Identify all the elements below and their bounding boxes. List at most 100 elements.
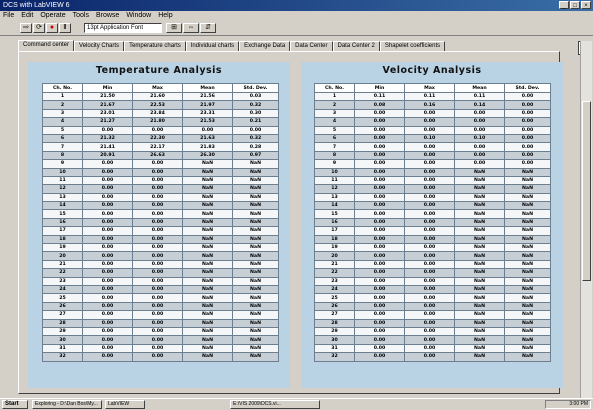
tab-command-center[interactable]: Command center [18, 40, 75, 51]
table-cell: 0.00 [404, 117, 455, 127]
table-cell: 0.00 [404, 226, 455, 236]
tab-temperature-charts[interactable]: Temperature charts [124, 41, 186, 51]
table-cell: 0.00 [404, 318, 455, 328]
menu-browse[interactable]: Browse [96, 11, 119, 21]
table-row: 9 0.00 0.00 0.00 0.00 [314, 159, 551, 169]
start-button[interactable]: Start [2, 400, 28, 409]
table-cell: 14 [314, 201, 355, 211]
table-cell: 0.00 [232, 125, 279, 135]
table-cell: 0.00 [82, 217, 133, 228]
run-arrow-icon[interactable]: ⇨ [20, 23, 32, 33]
scrollbar-thumb[interactable] [582, 101, 591, 281]
table-cell: 0.00 [404, 167, 455, 177]
table-cell: 21.27 [82, 117, 133, 127]
tab-data-center[interactable]: Data Center [290, 41, 333, 51]
distribute-icon[interactable]: ⇔ [183, 23, 199, 33]
table-cell: NaN [454, 318, 505, 328]
table-cell: 19 [314, 243, 355, 253]
table-cell: 2 [314, 100, 355, 110]
table-cell: 0.00 [82, 226, 133, 236]
table-cell: 0.00 [132, 201, 183, 211]
table-cell: NaN [232, 201, 279, 211]
table-cell: NaN [182, 343, 233, 354]
table-cell: NaN [504, 217, 551, 228]
table-cell: 22.53 [132, 100, 183, 110]
temperature-header-4: Std. Dev. [232, 83, 279, 93]
temperature-header-3: Mean [182, 83, 233, 93]
table-cell: NaN [504, 175, 551, 186]
table-row: 8 0.00 0.00 0.00 0.00 [314, 150, 551, 161]
taskbar-item-vi[interactable]: E:\VIS 2009\DCS.vi... [230, 400, 320, 409]
menu-operate[interactable]: Operate [40, 11, 65, 21]
table-cell: 26.63 [132, 150, 183, 161]
table-row: 30 0.00 0.00 NaN NaN [42, 335, 279, 345]
menu-edit[interactable]: Edit [21, 11, 33, 21]
table-cell: 27 [42, 310, 83, 320]
table-row: 24 0.00 0.00 NaN NaN [314, 284, 551, 295]
table-cell: NaN [504, 234, 551, 245]
table-cell: NaN [182, 192, 233, 203]
tab-velocity-charts[interactable]: Velocity Charts [74, 41, 125, 51]
table-cell: 30 [42, 335, 83, 345]
table-cell: 0.00 [132, 284, 183, 295]
vertical-scrollbar[interactable] [580, 41, 592, 398]
tab-strip: Command center Velocity Charts Temperatu… [18, 40, 558, 51]
table-cell: 0.00 [354, 209, 405, 219]
table-cell: 0.00 [504, 117, 551, 127]
table-cell: NaN [232, 209, 279, 219]
minimize-button[interactable]: _ [559, 1, 569, 9]
taskbar-item-explorer[interactable]: Exploring - D:\Dan Bos\My... [32, 400, 102, 409]
run-continuous-icon[interactable]: ⟳ [33, 23, 45, 33]
table-cell: 0.00 [404, 125, 455, 135]
table-cell: 0.10 [454, 133, 505, 144]
reorder-icon[interactable]: ⇵ [200, 23, 216, 33]
table-cell: 18 [314, 234, 355, 245]
menu-tools[interactable]: Tools [73, 11, 89, 21]
table-cell: 0.00 [354, 259, 405, 270]
table-cell: 0.00 [354, 159, 405, 169]
table-row: 20 0.00 0.00 NaN NaN [42, 251, 279, 261]
table-cell: 19 [42, 243, 83, 253]
close-button[interactable]: × [581, 1, 591, 9]
table-row: 18 0.00 0.00 NaN NaN [314, 234, 551, 245]
taskbar-item-labview[interactable]: LabVIEW [105, 400, 145, 409]
window-title: DCS with LabVIEW 6 [3, 2, 70, 9]
table-cell: 0.00 [82, 318, 133, 328]
table-cell: 21 [42, 259, 83, 270]
tab-shapelet-coefficients[interactable]: Shapelet coefficients [379, 41, 446, 51]
tab-individual-charts[interactable]: Individual charts [185, 41, 240, 51]
table-cell: 0.08 [354, 100, 405, 110]
menu-window[interactable]: Window [126, 11, 151, 21]
table-row: 2 21.67 22.53 21.97 0.32 [42, 100, 279, 110]
table-cell: 31 [42, 343, 83, 354]
tab-exchange-data[interactable]: Exchange Data [239, 41, 291, 51]
table-cell: 17 [314, 226, 355, 236]
table-cell: 0.11 [354, 91, 405, 102]
table-cell: NaN [182, 276, 233, 287]
pause-icon[interactable]: Ⅱ [59, 23, 71, 33]
table-cell: NaN [454, 326, 505, 337]
table-cell: 0.00 [132, 167, 183, 177]
table-cell: NaN [504, 310, 551, 320]
abort-icon[interactable]: ● [46, 23, 58, 33]
table-cell: NaN [232, 226, 279, 236]
table-cell: NaN [504, 167, 551, 177]
table-cell: 26 [42, 301, 83, 312]
table-row: 3 0.00 0.00 0.00 0.00 [314, 108, 551, 119]
table-cell: 0.00 [354, 234, 405, 245]
font-selector[interactable]: 13pt Application Font [84, 23, 162, 33]
table-cell: NaN [504, 226, 551, 236]
table-cell: 2 [42, 100, 83, 110]
maximize-button[interactable]: □ [570, 1, 580, 9]
menu-help[interactable]: Help [158, 11, 172, 21]
table-cell: NaN [232, 276, 279, 287]
table-cell: 0.00 [82, 184, 133, 194]
table-cell: 0.00 [354, 142, 405, 152]
align-icon[interactable]: ⊞ [166, 23, 182, 33]
menu-file[interactable]: File [3, 11, 14, 21]
temperature-analysis-title: Temperature Analysis [95, 65, 223, 76]
table-cell: 0.00 [82, 326, 133, 337]
tab-data-center-2[interactable]: Data Center 2 [332, 41, 380, 51]
table-cell: 22.17 [132, 142, 183, 152]
table-cell: 20.91 [82, 150, 133, 161]
